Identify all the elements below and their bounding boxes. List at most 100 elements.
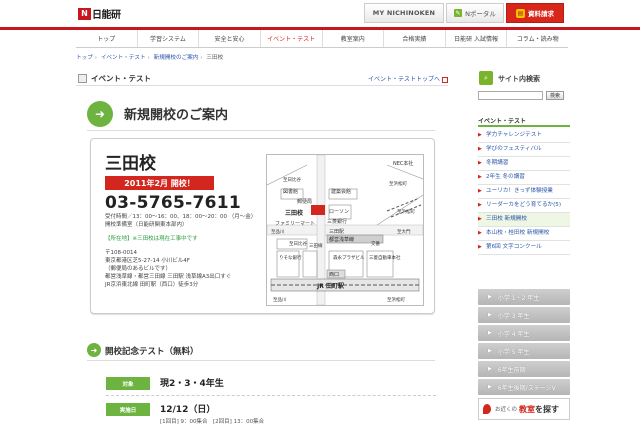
sidebar-item[interactable]: ▶ 第6回 文字コンクール [478,241,570,255]
nav-learning-system[interactable]: 学習システム [138,30,200,47]
page-title: イベント・テスト [91,74,151,83]
chevron-right-icon: ▶ [488,348,492,354]
map-label-arch: 建築会館 [331,188,351,195]
school-name: 三田校 [105,154,156,174]
map-label-mita-station: 三田駅 [329,229,344,235]
grade-5-button[interactable]: ▶ 小学 5 年生 [478,343,570,359]
breadcrumb-events[interactable]: イベント・テスト [101,55,146,61]
access-jr: JR京浜東北線 田町駅（西口）徒歩3分 [105,282,199,288]
find-classroom-prefix: お近くの [495,407,518,413]
category-underline [478,125,570,127]
nav-events-tests[interactable]: イベント・テスト [261,30,323,47]
n-portal-button[interactable]: ✎ Nポータル [446,3,504,23]
grade-6-late-button[interactable]: ▶ 6年生後期/ステージV [478,379,570,395]
target-value: 現2・3・4年生 [160,379,224,389]
sidebar-item-label: リーダーカをどう育てるか(5) [486,202,562,208]
grade-6-early-button[interactable]: ▶ 6年生前期 [478,361,570,377]
grade-label: 6年生後期/ステージV [497,384,556,392]
nav-classrooms[interactable]: 教室案内 [323,30,385,47]
page-title-icon [78,74,87,83]
grade-4-button[interactable]: ▶ 小学 4 年生 [478,325,570,341]
map-label-asakusa-line: 都営浅草線 [329,236,354,243]
sidebar-item-current[interactable]: ▶ 三田校 新規開校 [478,213,570,227]
sidebar-item[interactable]: ▶ 学力チャレンジテスト [478,129,570,143]
my-nichinoken-button[interactable]: MY NICHINOKEN [364,3,444,23]
find-classroom-suffix: を探す [535,404,560,414]
events-top-link-label: イベント・テストトップへ [368,76,441,83]
grade-label: 小学 4 年生 [497,330,530,338]
site-search-input[interactable] [478,91,543,100]
sidebar-item[interactable]: ▶ リーダーカをどう育てるか(5) [478,199,570,213]
school-hours: 受付時間／13：00〜16：00、18：00〜20：00 （月〜金） 開校準備室… [105,213,265,229]
events-top-link[interactable]: イベント・テストトップへ [368,74,449,83]
date-tag: 実施日 [106,403,150,416]
preparation-office: 開校準備室（日能研関東本部内） [105,222,188,228]
chevron-right-icon: ▶ [478,174,482,180]
chevron-right-icon: ▶ [488,312,492,318]
grade-buttons: ▶ 小学 1・2 年生 ▶ 小学 3 年生 ▶ 小学 4 年生 ▶ 小学 5 年生 ▶ 6… [478,289,570,397]
map-label-post: 郵便局 [297,198,312,205]
sidebar-item-label: 第6回 文字コンクール [486,244,542,250]
heading-divider [87,130,435,131]
nichinoken-logo[interactable]: N 日能研 [78,7,130,21]
external-link-icon [442,76,449,83]
global-nav: トップ 学習システム 安全と安心 イベント・テスト 教室案内 合格実績 日能研 … [76,30,568,48]
find-classroom-keyword: 教室 [519,404,536,414]
sidebar-item[interactable]: ▶ 2年生 冬の講習 [478,171,570,185]
map-label-to-shinagawa-1: 至品川 [271,229,285,235]
row-divider [106,395,436,396]
find-classroom-button[interactable]: お近くの 教室 を探す [478,398,570,420]
request-materials-button[interactable]: ▤ 資料請求 [506,3,564,23]
sidebar-item[interactable]: ▶ 冬期講習 [478,157,570,171]
nav-safety[interactable]: 安全と安心 [199,30,261,47]
opening-badge: 2011年2月 開校！ [105,176,214,190]
breadcrumb-top[interactable]: トップ [76,55,93,61]
pencil-icon: ✎ [454,9,463,17]
sidebar-item-label: 2年生 冬の講習 [486,174,525,180]
map-label-school: 三田校 [285,209,304,217]
sidebar-item[interactable]: ▶ 本山校・桂田校 新規開校 [478,227,570,241]
nav-columns[interactable]: コラム・読み物 [507,30,568,47]
chevron-right-icon: ▶ [488,384,492,390]
sidebar-item[interactable]: ▶ ユーリカ！きっず体験授業 [478,185,570,199]
sidebar-item[interactable]: ▶ 学びのフェスティバル [478,143,570,157]
section-divider [87,360,435,361]
reception-hours: 受付時間／13：00〜16：00、18：00〜20：00 （月〜金） [105,214,257,220]
sidebar-item-label: 冬期講習 [486,160,509,166]
breadcrumb-sep: › [94,55,98,61]
my-nichinoken-label: MY NICHINOKEN [372,9,436,17]
access-map: NEC本社 図書館 建築会館 郵便局 三田校 ローソン ファミリーマート 三菱銀… [266,154,424,306]
site-search-heading: サイト内検索 [498,75,540,83]
breadcrumb-new-school[interactable]: 新規開校のご案内 [154,55,199,61]
nav-top[interactable]: トップ [76,30,138,47]
sidebar-item-label: 学びのフェスティバル [486,146,542,152]
map-label-library: 図書館 [283,188,298,195]
chevron-right-icon: ▶ [488,366,492,372]
nav-results[interactable]: 合格実績 [384,30,446,47]
top-links: MY NICHINOKEN ✎ Nポータル ▤ 資料請求 [362,3,564,23]
chevron-right-icon: ▶ [478,160,482,166]
grade-1-2-button[interactable]: ▶ 小学 1・2 年生 [478,289,570,305]
target-tag: 対象 [106,377,150,390]
map-label-nec: NEC本社 [393,160,413,167]
chevron-right-icon: ▶ [488,330,492,336]
construction-text: ※三田校は現在工事中です [132,236,198,242]
arrow-icon: ➜ [87,343,101,357]
grade-label: 小学 5 年生 [497,348,530,356]
nav-exam-info[interactable]: 日能研 入試情報 [446,30,508,47]
address-note: （郵便局のあるビルです） [105,266,172,272]
grade-3-button[interactable]: ▶ 小学 3 年生 [478,307,570,323]
logo-mark: N [78,7,91,20]
logo-text: 日能研 [92,10,121,21]
map-label-to-hamamatsucho-1: 至浜松町 [387,296,405,303]
search-button[interactable]: 検索 [546,91,564,100]
session-times: [1回目] 9：00集合 [2回目] 13：00集合 [160,419,265,425]
map-label-resona: りそな銀行 [279,254,302,261]
arrow-icon: ➜ [87,101,113,127]
chevron-right-icon: ▶ [478,188,482,194]
map-label-to-hibiya-1: 至日比谷 [283,176,301,183]
map-label-to-hamamatsucho-2: 至浜松町 [397,208,415,215]
commemorative-test-title: 開校記念テスト（無料） [105,347,199,357]
map-label-mitsubishi-motors: 三菱自動車本社 [369,254,401,261]
map-label-morinaga: 森永プラザビル [333,254,365,261]
